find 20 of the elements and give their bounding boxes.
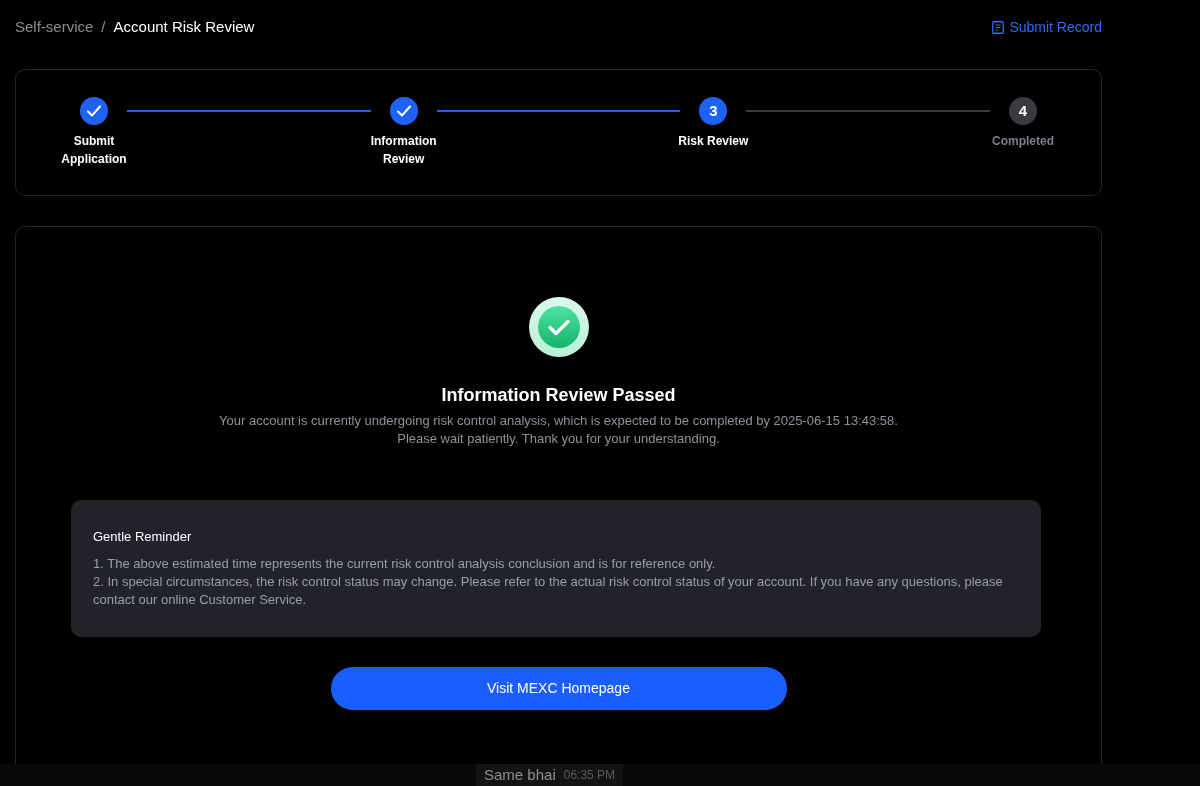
step-label: Completed — [992, 133, 1054, 150]
submit-record-link[interactable]: Submit Record — [992, 16, 1102, 38]
breadcrumb-separator: / — [101, 16, 106, 37]
success-check-icon — [528, 297, 589, 357]
reminder-item: 1. The above estimated time represents the current risk control analysis conclusion and is for reference only. — [93, 555, 717, 573]
step-number: 4 — [1009, 97, 1037, 125]
step-label: Information Review — [369, 133, 438, 168]
step-label: Risk Review — [678, 133, 749, 150]
chat-time: 06:35 PM — [563, 767, 616, 784]
step-number: 3 — [699, 97, 728, 125]
breadcrumb-link[interactable]: Self-service — [15, 15, 94, 39]
reminder-item: 2. In special circumstances, the risk control status may change. Please refer to the actual risk control status of your account. If you have any questions, please contact our online Customer Service. — [93, 573, 1004, 609]
result-description: Your account is currently undergoing risk control analysis, which is expected to be completed by 2025-06-15 13:43:58. Please wait patiently. Thank you for your understanding. — [219, 412, 898, 448]
breadcrumb-current: Account Risk Review — [113, 16, 255, 37]
step-label: Submit Application — [60, 133, 128, 168]
result-title: Information Review Passed — [441, 384, 676, 406]
chat-message: Same bhai — [484, 765, 556, 785]
visit-homepage-button[interactable]: Visit MEXC Homepage — [330, 667, 787, 710]
reminder-title: Gentle Reminder — [93, 528, 193, 546]
document-icon — [992, 20, 1005, 34]
